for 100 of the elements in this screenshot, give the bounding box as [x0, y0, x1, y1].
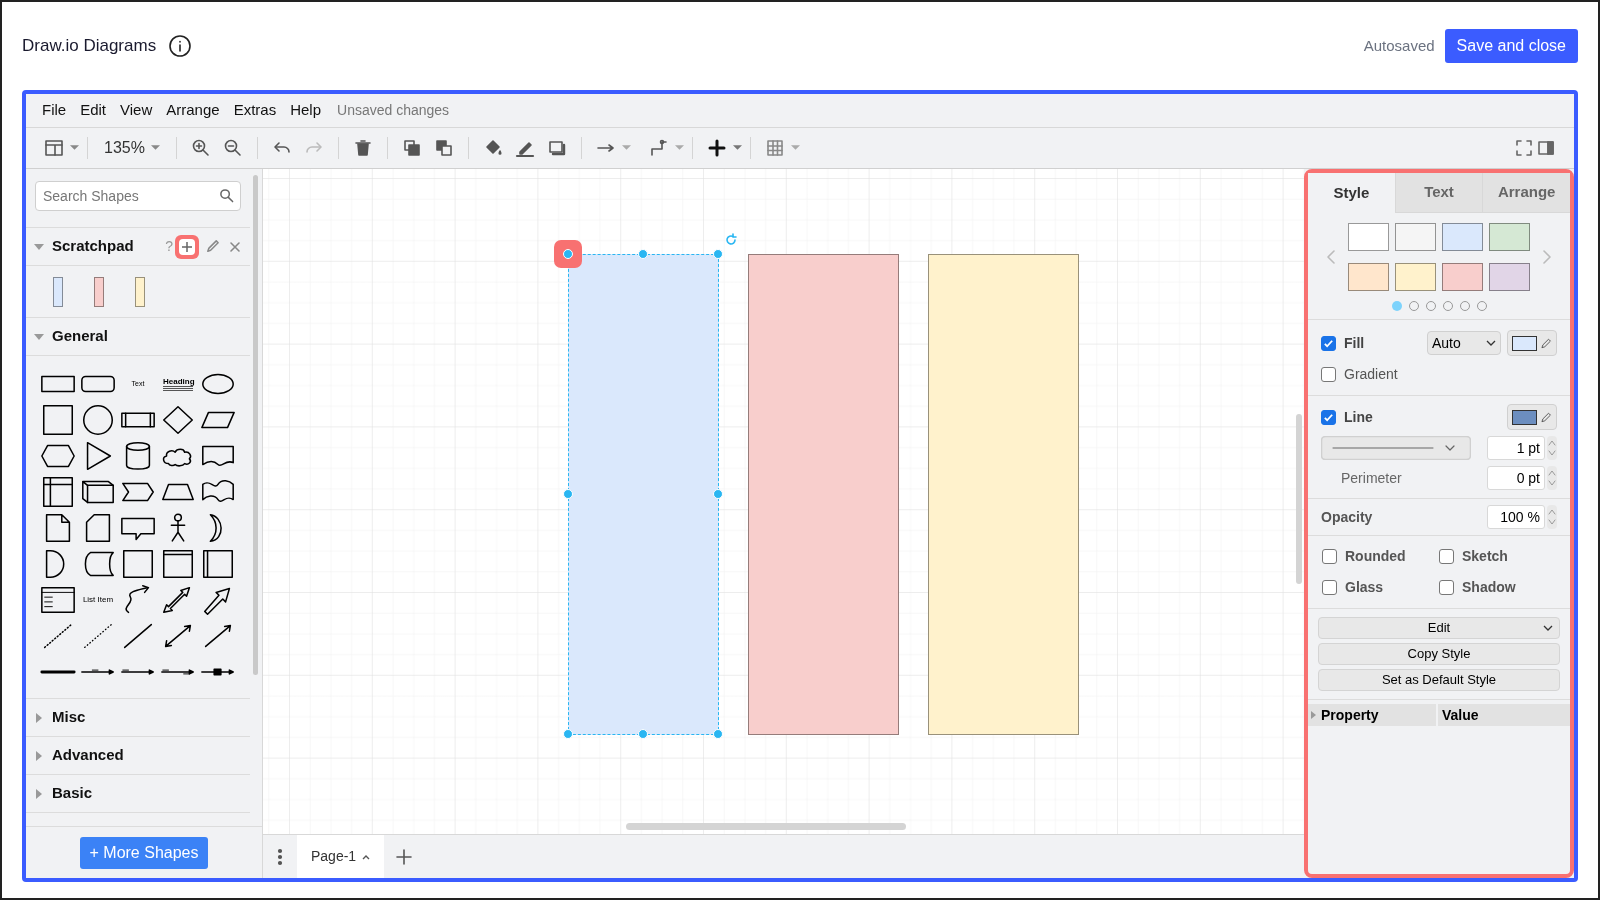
chevron-down-icon[interactable] — [1486, 340, 1496, 346]
copy-style-button[interactable]: Copy Style — [1318, 643, 1560, 665]
resize-handle[interactable] — [638, 249, 648, 259]
checkbox-label: Fill — [1344, 333, 1365, 353]
menu-item[interactable]: File — [36, 99, 73, 122]
menu-item[interactable]: Arrange — [160, 99, 226, 122]
add-page-icon[interactable] — [396, 848, 413, 865]
collapsed-caret-icon[interactable] — [34, 788, 44, 799]
pencil-icon[interactable] — [205, 239, 220, 254]
rotate-icon[interactable] — [724, 233, 738, 247]
checkbox-label: Line — [1344, 407, 1373, 427]
style-swatch[interactable] — [1489, 263, 1530, 291]
unsaved-changes-status: Unsaved changes — [337, 101, 450, 120]
section-title[interactable]: General — [52, 325, 108, 348]
checkbox[interactable] — [1322, 549, 1337, 564]
checkbox-label: Rounded — [1345, 547, 1406, 566]
collapsed-caret-icon[interactable] — [34, 712, 44, 723]
zoom-out-icon[interactable] — [222, 138, 243, 158]
scratchpad-shape[interactable] — [94, 276, 104, 307]
fullscreen-icon[interactable] — [1514, 138, 1534, 158]
resize-handle[interactable] — [638, 729, 648, 739]
resize-handle[interactable] — [713, 249, 723, 259]
eyedropper-icon — [1540, 337, 1552, 349]
checkbox-label: Glass — [1345, 578, 1384, 597]
section-title[interactable]: Scratchpad — [52, 235, 134, 258]
scratchpad-shape[interactable] — [135, 276, 145, 307]
style-swatch[interactable] — [1489, 223, 1530, 251]
section-title[interactable]: Basic — [52, 782, 93, 805]
trash-icon[interactable] — [352, 138, 373, 158]
menu-item[interactable]: Edit — [74, 99, 113, 122]
perimeter-label: Perimeter — [1341, 468, 1402, 488]
style-swatch[interactable] — [1442, 223, 1483, 251]
line-width-field[interactable]: 1 pt — [1487, 436, 1545, 460]
plus-icon[interactable] — [706, 138, 727, 158]
info-icon[interactable] — [168, 34, 193, 58]
save-and-close-button[interactable]: Save and close — [1444, 29, 1578, 63]
menu-item[interactable]: Help — [284, 99, 328, 122]
expanded-caret-icon[interactable] — [34, 241, 44, 252]
zoom-in-icon[interactable] — [190, 138, 211, 158]
chevron-down-icon[interactable] — [1543, 625, 1553, 631]
scratchpad-shape[interactable] — [53, 276, 63, 307]
tab[interactable]: Arrange — [1482, 173, 1570, 213]
resize-handle[interactable] — [713, 489, 723, 499]
color-picker-button[interactable] — [1507, 404, 1557, 430]
scrollbar[interactable] — [253, 175, 258, 675]
section-title[interactable]: Advanced — [52, 744, 124, 767]
search-icon — [219, 188, 234, 203]
checkmark-icon — [1323, 337, 1334, 349]
close-icon[interactable] — [228, 239, 242, 254]
resize-handle[interactable] — [563, 489, 573, 499]
zoom-level[interactable]: 135% — [104, 136, 145, 160]
set-default-style-button[interactable]: Set as Default Style — [1318, 669, 1560, 691]
waypoint-icon[interactable] — [648, 138, 669, 158]
table-icon[interactable] — [764, 138, 785, 158]
style-swatch[interactable] — [1395, 263, 1436, 291]
edit-dropdown[interactable]: Edit — [1318, 617, 1560, 639]
tab[interactable]: Text — [1394, 173, 1483, 213]
more-options-icon[interactable] — [277, 847, 283, 866]
resize-handle[interactable] — [563, 249, 573, 259]
format-panel-icon[interactable] — [1536, 138, 1556, 158]
fill-style-dropdown[interactable]: Auto — [1427, 331, 1501, 355]
resize-handle[interactable] — [563, 729, 573, 739]
list-item-shape[interactable]: List Item — [82, 594, 114, 606]
checkbox[interactable] — [1439, 580, 1454, 595]
checkbox[interactable] — [1321, 335, 1336, 351]
property-column-header[interactable]: Property — [1308, 704, 1436, 726]
style-swatch[interactable] — [1348, 263, 1389, 291]
caret-icon[interactable] — [150, 145, 160, 151]
caret-icon[interactable] — [732, 145, 742, 151]
caret-icon[interactable] — [70, 145, 79, 151]
style-swatch[interactable] — [1442, 263, 1483, 291]
shadow-icon[interactable] — [546, 138, 567, 158]
section-title[interactable]: Misc — [52, 706, 86, 729]
add-button[interactable] — [175, 234, 199, 259]
checkbox[interactable] — [1321, 367, 1336, 382]
resize-handle[interactable] — [713, 729, 723, 739]
style-swatch[interactable] — [1395, 223, 1436, 251]
checkbox[interactable] — [1439, 549, 1454, 564]
color-picker-button[interactable] — [1507, 330, 1557, 356]
scrollbar[interactable] — [1296, 414, 1302, 584]
app-title: Draw.io Diagrams — [22, 35, 157, 58]
expanded-caret-icon[interactable] — [34, 331, 44, 342]
caret-up-icon[interactable] — [362, 853, 371, 860]
menu-item[interactable]: Extras — [227, 99, 283, 122]
perimeter-field[interactable]: 0 pt — [1487, 466, 1545, 490]
list-shape-icon[interactable] — [39, 584, 77, 616]
send-to-back-icon[interactable] — [433, 138, 454, 158]
menu-item[interactable]: View — [114, 99, 159, 122]
bring-to-front-icon[interactable] — [401, 138, 422, 158]
style-swatch[interactable] — [1348, 223, 1389, 251]
plus-icon — [181, 240, 193, 253]
opacity-field[interactable]: 100 % — [1487, 505, 1545, 529]
search-field[interactable]: Search Shapes — [35, 181, 241, 211]
checkbox[interactable] — [1321, 409, 1336, 425]
page-tab[interactable]: Page-1 — [297, 835, 385, 878]
layout-panel-icon[interactable] — [44, 138, 64, 158]
more-shapes-button[interactable]: + More Shapes — [79, 836, 209, 869]
scrollbar[interactable] — [626, 823, 906, 830]
collapsed-caret-icon[interactable] — [34, 750, 44, 761]
checkbox[interactable] — [1322, 580, 1337, 595]
